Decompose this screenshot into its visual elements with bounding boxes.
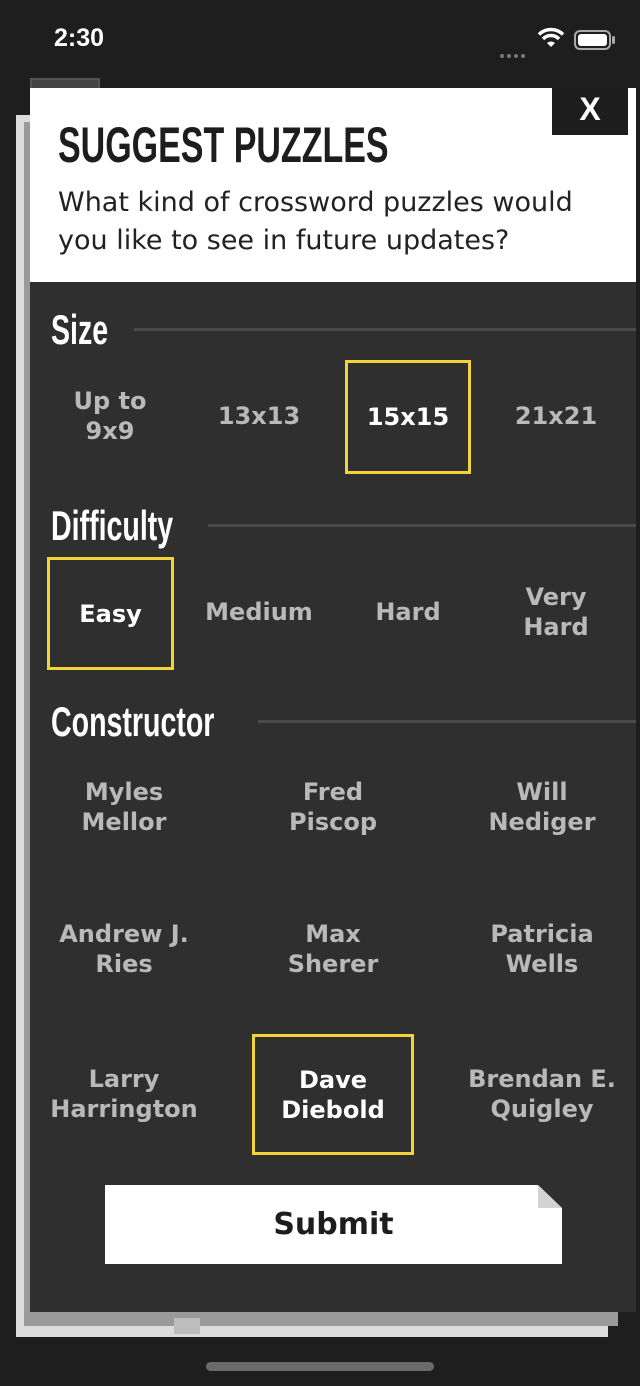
home-indicator[interactable]	[206, 1362, 434, 1371]
close-button[interactable]: X	[552, 88, 628, 135]
constructor-section-rule	[258, 720, 636, 723]
signal-dots-icon	[500, 43, 528, 62]
difficulty-section-title: Difficulty	[51, 502, 174, 549]
constructor-option-brendan-e-quigley[interactable]: Brendan E. Quigley	[462, 1034, 622, 1154]
constructor-option-will-nediger[interactable]: Will Nediger	[462, 751, 622, 863]
battery-icon	[574, 30, 615, 50]
difficulty-section-rule	[208, 524, 636, 527]
constructor-option-myles-mellor[interactable]: Myles Mellor	[44, 751, 204, 863]
close-icon: X	[579, 91, 601, 127]
wifi-icon	[537, 27, 565, 47]
constructor-section-title: Constructor	[51, 698, 215, 745]
constructor-option-max-sherer[interactable]: Max Sherer	[253, 893, 413, 1005]
constructor-option-larry-harrington[interactable]: Larry Harrington	[44, 1034, 204, 1154]
constructor-option-dave-diebold[interactable]: Dave Diebold	[252, 1034, 414, 1155]
paper-stack-foot	[174, 1318, 200, 1334]
constructor-option-fred-piscop[interactable]: Fred Piscop	[253, 751, 413, 863]
dialog-subtitle: What kind of crossword puzzles would you…	[58, 187, 573, 256]
status-bar: 2:30	[0, 0, 640, 80]
submit-corner-fold	[538, 1185, 562, 1208]
suggest-puzzles-dialog: SUGGEST PUZZLES What kind of crossword p…	[30, 88, 636, 1312]
constructor-option-andrew-j-ries[interactable]: Andrew J. Ries	[44, 893, 204, 1005]
constructor-option-patricia-wells[interactable]: Patricia Wells	[462, 893, 622, 1005]
size-option-15x15[interactable]: 15x15	[345, 360, 471, 474]
difficulty-option-hard[interactable]: Hard	[337, 557, 479, 667]
page-title: SUGGEST PUZZLES	[58, 117, 389, 173]
dialog-header: SUGGEST PUZZLES What kind of crossword p…	[30, 88, 636, 282]
size-option-13x13[interactable]: 13x13	[188, 360, 330, 472]
size-section-rule	[134, 328, 636, 331]
status-time: 2:30	[54, 24, 105, 52]
difficulty-option-medium[interactable]: Medium	[188, 557, 330, 667]
difficulty-option-easy[interactable]: Easy	[47, 557, 174, 670]
size-section-title: Size	[51, 306, 109, 353]
size-option-21x21[interactable]: 21x21	[485, 360, 627, 472]
submit-button[interactable]: Submit	[105, 1185, 562, 1264]
difficulty-option-very-hard[interactable]: Very Hard	[485, 557, 627, 667]
size-option-up-to-9x9[interactable]: Up to 9x9	[39, 360, 181, 472]
